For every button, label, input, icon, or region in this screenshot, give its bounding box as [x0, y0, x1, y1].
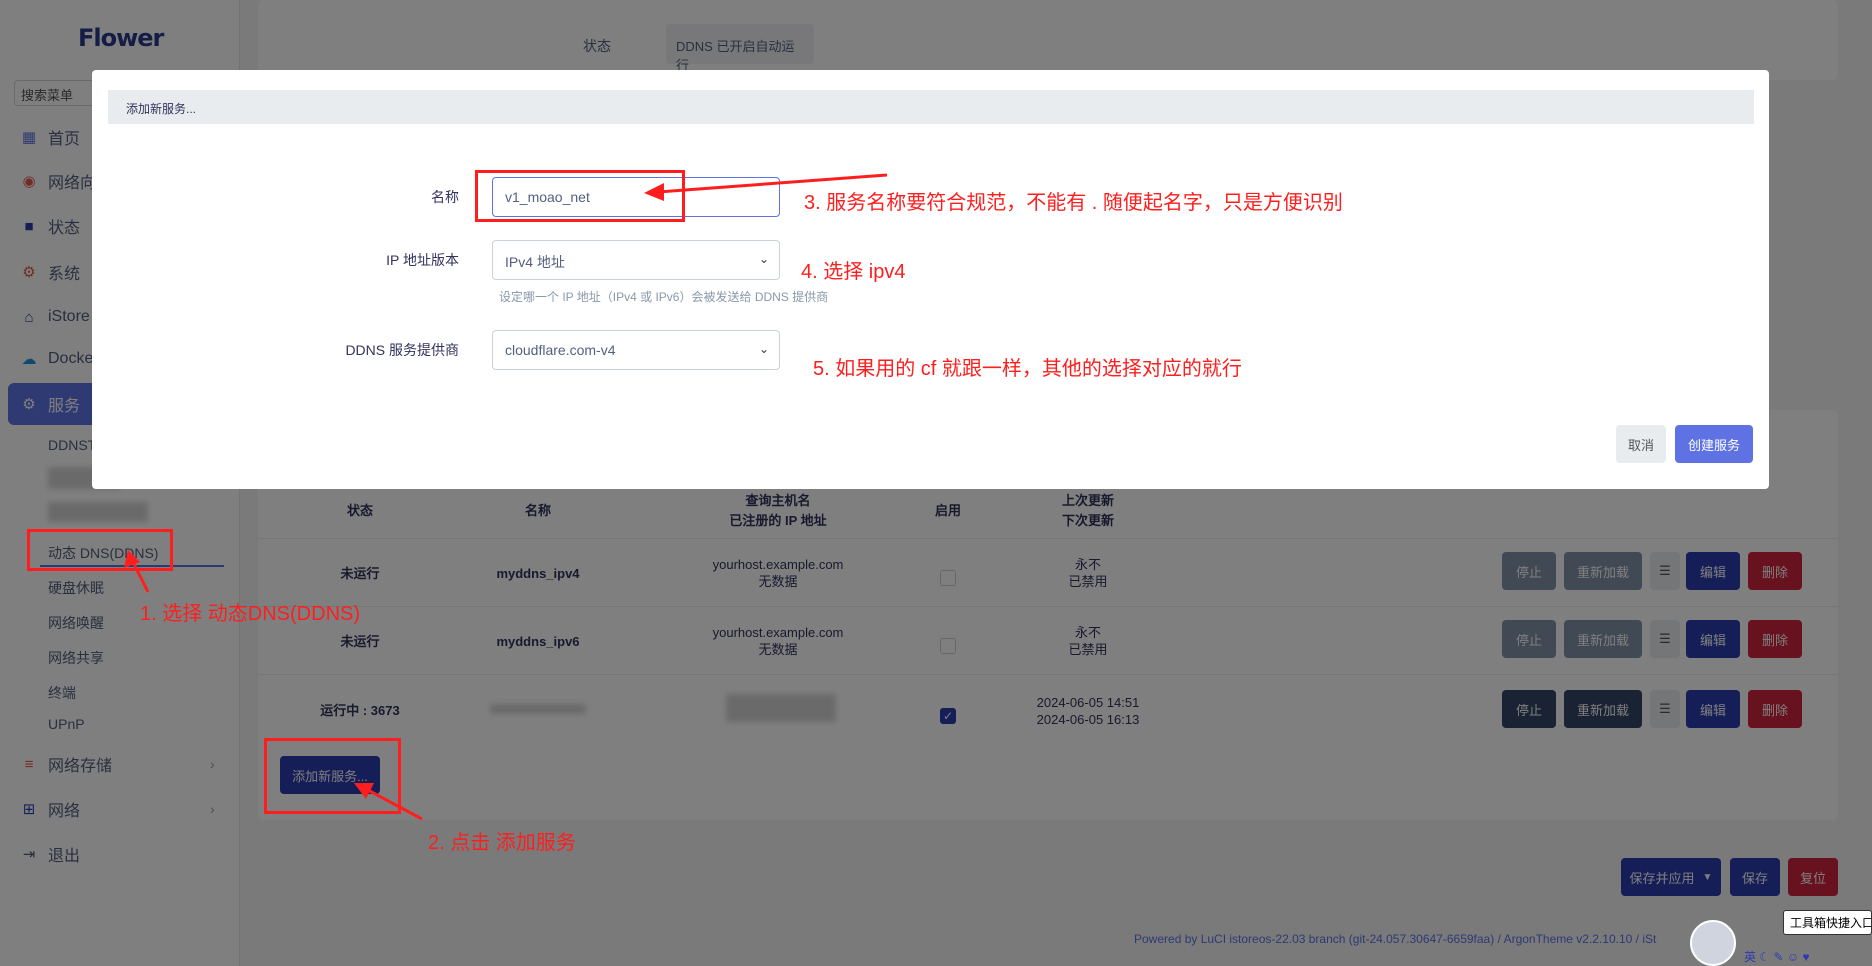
moon-icon: ☾ [1759, 950, 1774, 964]
ime-label: 英 [1744, 950, 1757, 964]
add-service-modal: 添加新服务... 名称 v1_moao_net IP 地址版本 IPv4 地址 … [92, 70, 1769, 489]
annotation-step5: 5. 如果用的 cf 就跟一样，其他的选择对应的就行 [813, 358, 1242, 380]
annotation-step2: 2. 点击 添加服务 [428, 832, 576, 854]
ip-version-value: IPv4 地址 [505, 254, 565, 270]
provider-label: DDNS 服务提供商 [345, 342, 459, 358]
chevron-down-icon: ⌄ [758, 252, 769, 266]
chevron-down-icon: ⌄ [758, 342, 769, 356]
toolbox-tooltip: 工具箱快捷入口 [1783, 910, 1872, 935]
ip-version-select[interactable]: IPv4 地址 ⌄ [492, 240, 780, 280]
avatar[interactable] [1690, 920, 1736, 966]
annotation-step4: 4. 选择 ipv4 [801, 261, 906, 283]
cancel-button[interactable]: 取消 [1616, 425, 1666, 463]
modal-title: 添加新服务... [108, 90, 1754, 124]
wrench-icon: ✎ [1773, 950, 1787, 964]
ip-version-hint: 设定哪一个 IP 地址（IPv4 或 IPv6）会被发送给 DDNS 提供商 [499, 290, 829, 304]
name-label: 名称 [431, 189, 459, 205]
create-service-button[interactable]: 创建服务 [1675, 425, 1753, 463]
ip-version-label: IP 地址版本 [386, 252, 459, 268]
provider-select[interactable]: cloudflare.com-v4 ⌄ [492, 330, 780, 370]
annotation-arrow-add [354, 783, 423, 821]
provider-value: cloudflare.com-v4 [505, 342, 616, 358]
heart-icon: ♥ [1802, 950, 1810, 964]
annotation-arrow-ddns [124, 550, 150, 593]
smiley-icon: ☺ [1786, 950, 1803, 964]
ime-toolbar[interactable]: 英 ☾ ✎ ☺ ♥ [1744, 948, 1810, 965]
annotation-step3: 3. 服务名称要符合规范，不能有 . 随便起名字，只是方便识别 [804, 192, 1343, 214]
annotation-step1: 1. 选择 动态DNS(DDNS) [140, 603, 361, 625]
